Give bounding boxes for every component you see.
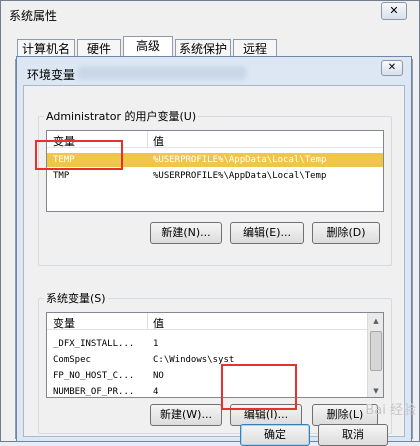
dialog-body: Administrator 的用户变量(U) 变量 值 TEMP %USERPR… (23, 85, 405, 437)
close-icon[interactable]: ✕ (381, 2, 407, 20)
cancel-button[interactable]: 取消 (318, 424, 388, 446)
var-name: FP_NO_HOST_C... (53, 371, 135, 381)
dialog-title: 环境变量 (27, 68, 76, 82)
table-row[interactable]: _DFX_INSTALL... 1 (47, 337, 367, 351)
scroll-up-icon[interactable]: ▲ (368, 313, 383, 329)
table-row[interactable]: FP_NO_HOST_C... NO (47, 369, 367, 383)
window-title: 系统属性 (9, 9, 58, 23)
title-blur-overlay (77, 66, 247, 80)
system-new-button[interactable]: 新建(W)... (150, 404, 222, 426)
scroll-down-icon[interactable]: ▼ (368, 383, 383, 397)
list-header: 变量 值 (47, 313, 367, 330)
table-row[interactable]: TMP %USERPROFILE%\AppData\Local\Temp (47, 169, 383, 183)
scroll-thumb[interactable] (370, 331, 382, 371)
table-row[interactable]: ComSpec C:\Windows\syst (47, 353, 367, 367)
var-name: NUMBER_OF_PR... (53, 387, 135, 397)
user-new-button[interactable]: 新建(N)... (150, 222, 222, 244)
close-icon[interactable]: ✕ (381, 60, 403, 76)
ok-button[interactable]: 确定 (240, 424, 310, 446)
highlight-edit-button (221, 364, 297, 410)
var-name: _DFX_INSTALL... (53, 339, 135, 349)
var-value: %USERPROFILE%\AppData\Local\Temp (153, 155, 327, 165)
system-vars-scrollbar[interactable]: ▲ ▼ (367, 313, 383, 397)
var-name: ComSpec (53, 355, 91, 365)
column-value[interactable]: 值 (153, 315, 164, 331)
column-variable[interactable]: 变量 (53, 315, 75, 331)
user-edit-button[interactable]: 编辑(E)... (230, 222, 304, 244)
column-value[interactable]: 值 (153, 133, 164, 149)
var-value: %USERPROFILE%\AppData\Local\Temp (153, 171, 327, 181)
highlight-temp (35, 140, 123, 170)
environment-variables-dialog: 环境变量 ✕ Administrator 的用户变量(U) 变量 值 TEMP … (16, 56, 412, 442)
table-row[interactable]: NUMBER_OF_PR... 4 (47, 385, 367, 397)
var-name: TMP (53, 171, 70, 181)
user-vars-label: Administrator 的用户变量(U) (44, 108, 199, 124)
system-vars-list[interactable]: 变量 值 _DFX_INSTALL... 1 ComSpec C:\Window… (46, 312, 384, 398)
user-delete-button[interactable]: 删除(D) (312, 222, 380, 244)
watermark: Bai 经验 (365, 403, 416, 418)
var-value: 1 (153, 339, 159, 349)
system-vars-label: 系统变量(S) (44, 290, 108, 306)
